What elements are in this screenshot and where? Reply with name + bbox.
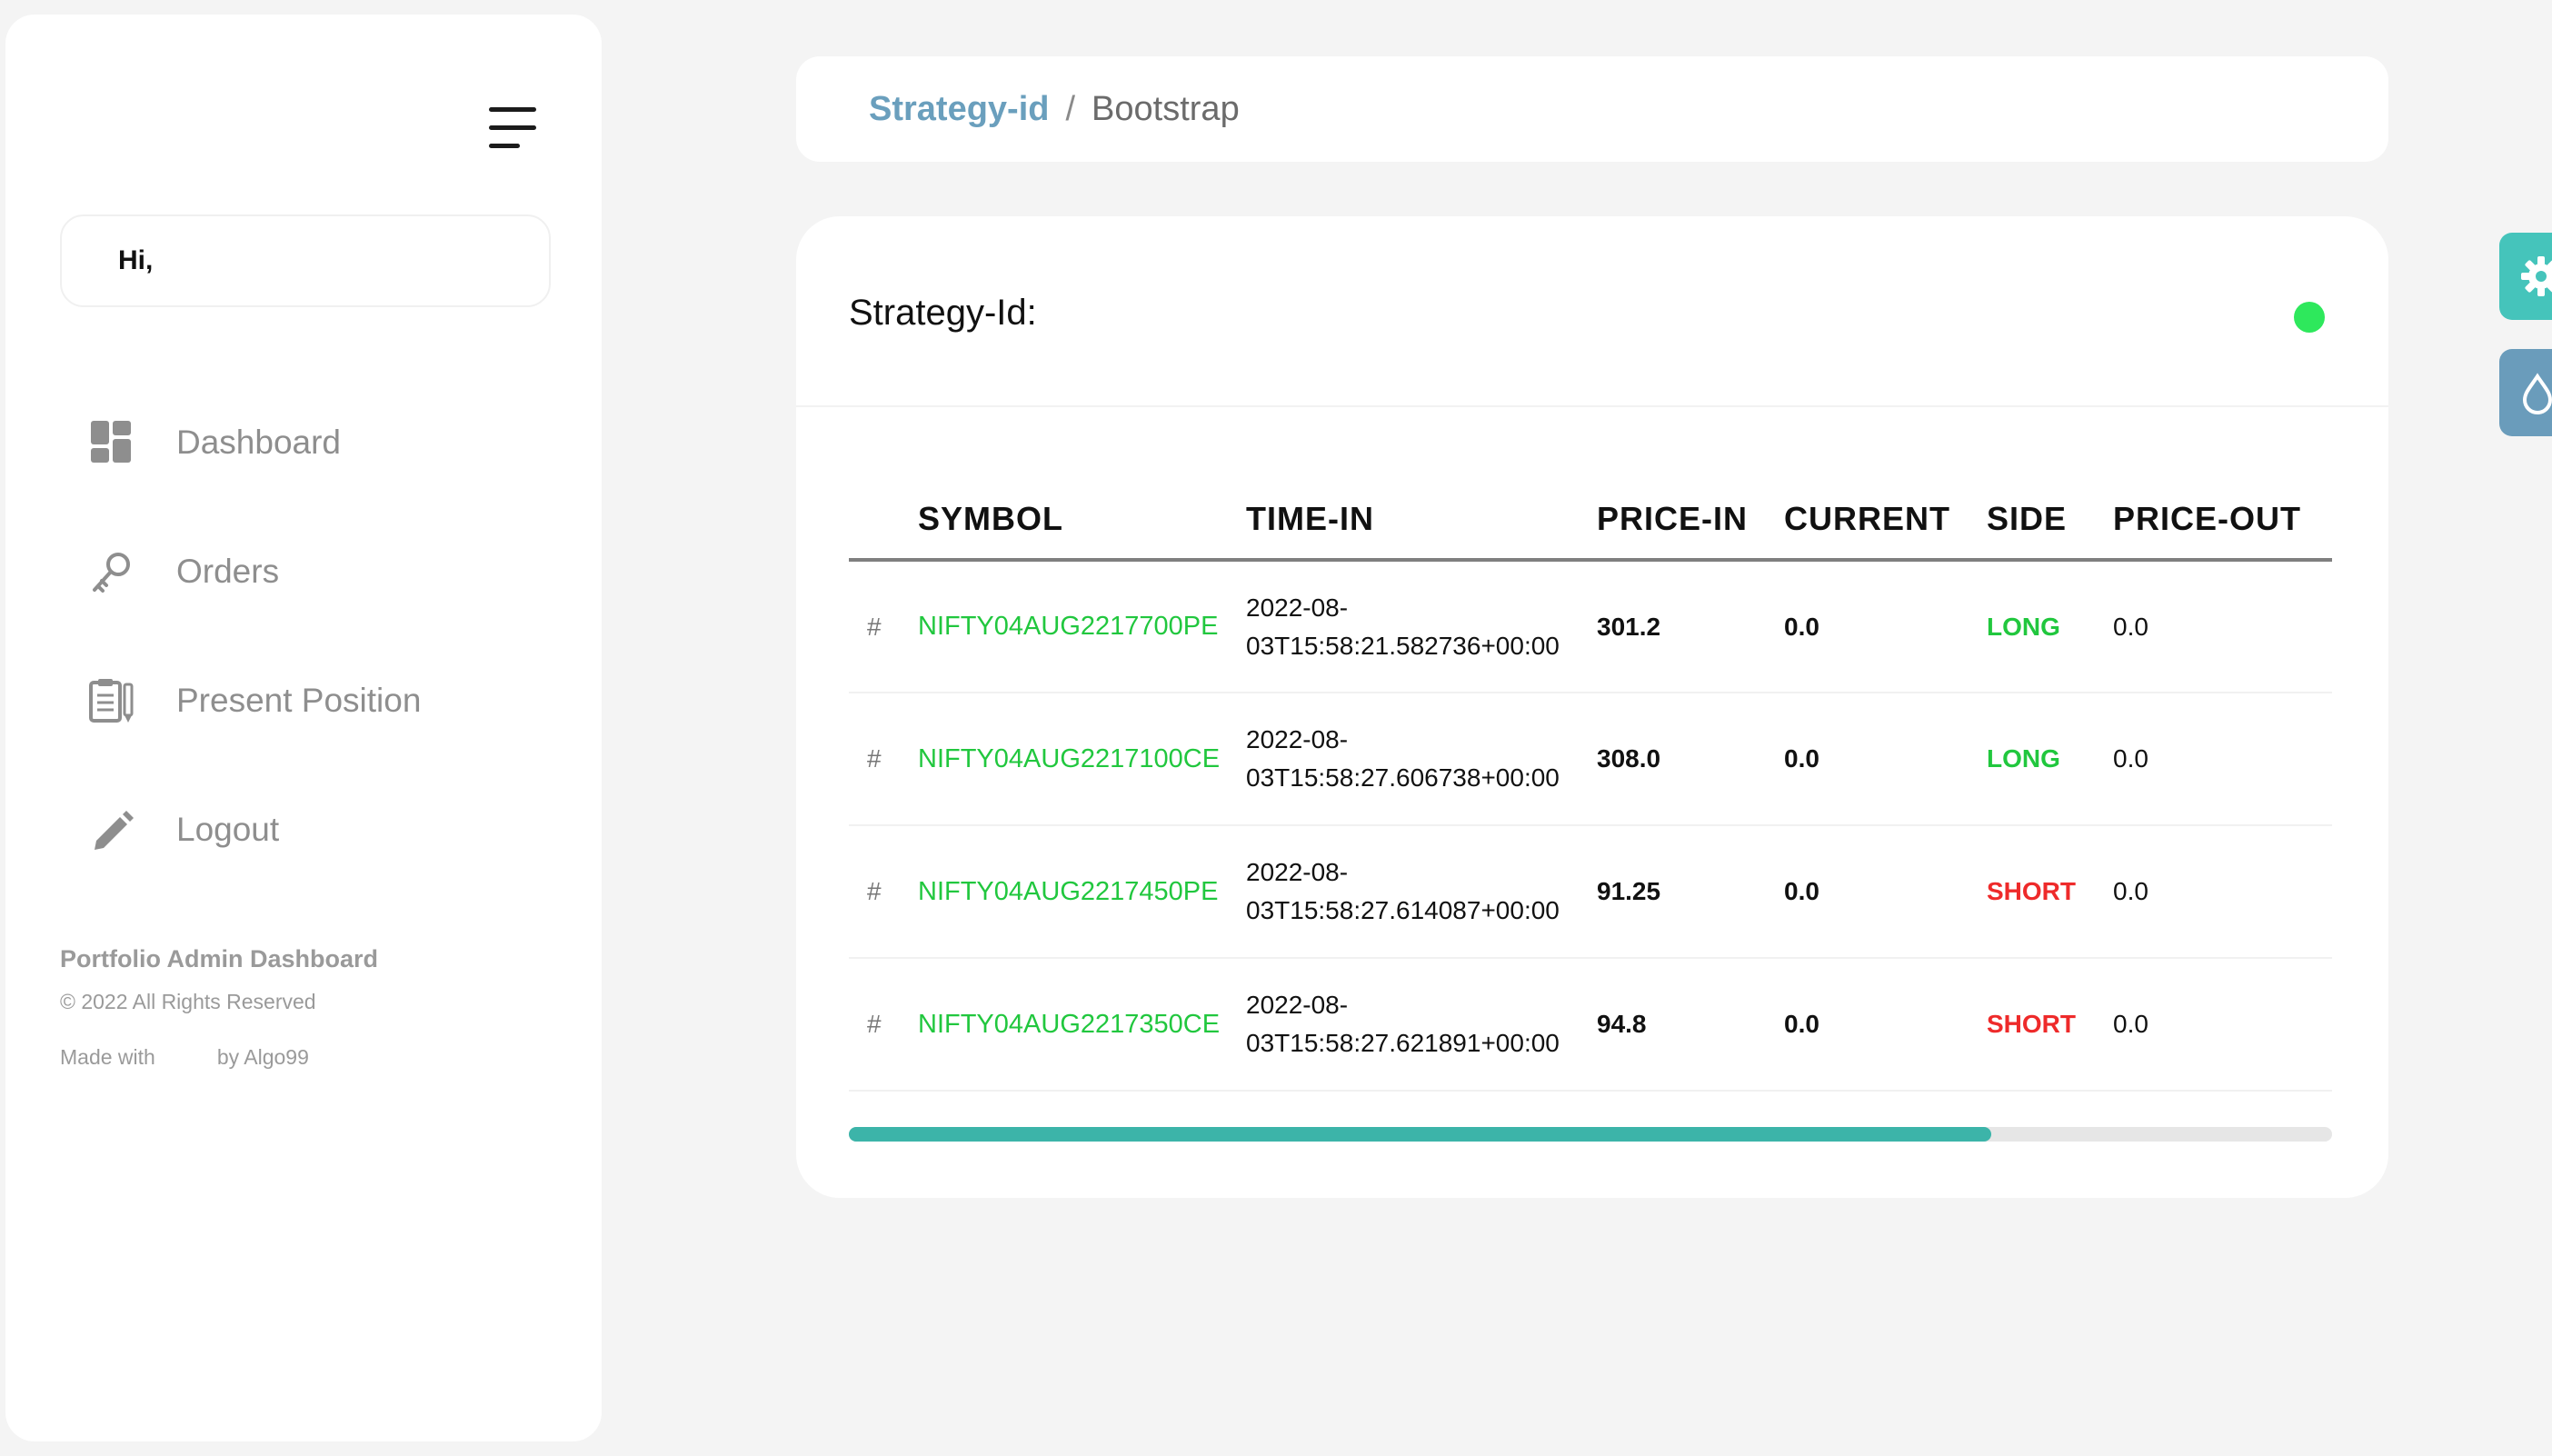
row-price-out: 0.0 bbox=[2113, 693, 2332, 826]
greeting-text: Hi, bbox=[118, 245, 154, 275]
row-price-out: 0.0 bbox=[2113, 560, 2332, 693]
theme-button[interactable] bbox=[2499, 349, 2552, 436]
time-in-rest: 03T15:58:21.582736+00:00 bbox=[1246, 631, 1560, 660]
row-side: SHORT bbox=[1987, 825, 2113, 959]
row-side: SHORT bbox=[1987, 958, 2113, 1092]
row-time-in: 2022-08- 03T15:58:27.614087+00:00 bbox=[1246, 825, 1597, 959]
row-symbol[interactable]: NIFTY04AUG2217450PE bbox=[918, 825, 1246, 959]
footer-brand: Portfolio Admin Dashboard bbox=[60, 945, 378, 972]
row-side: LONG bbox=[1987, 693, 2113, 826]
breadcrumb-current: Bootstrap bbox=[1092, 89, 1240, 128]
sidebar-item-label: Present Position bbox=[176, 682, 422, 719]
card-header: Strategy-Id: bbox=[796, 216, 2388, 407]
table-row[interactable]: # NIFTY04AUG2217100CE 2022-08- 03T15:58:2… bbox=[849, 693, 2332, 826]
table-row[interactable]: # NIFTY04AUG2217700PE 2022-08- 03T15:58:2… bbox=[849, 560, 2332, 693]
time-in-date: 2022-08- bbox=[1246, 991, 1349, 1019]
sidebar-item-label: Logout bbox=[176, 811, 280, 848]
sidebar-footer: Portfolio Admin Dashboard © 2022 All Rig… bbox=[60, 945, 378, 1070]
sidebar-item-present-position[interactable]: Present Position bbox=[87, 636, 421, 765]
positions-table: SYMBOL TIME-IN PRICE-IN CURRENT SIDE PRI… bbox=[849, 480, 2332, 1092]
row-price-in: 308.0 bbox=[1597, 693, 1784, 826]
column-header-side[interactable]: SIDE bbox=[1987, 480, 2113, 562]
column-header-time-in[interactable]: TIME-IN bbox=[1246, 480, 1597, 562]
column-header-current[interactable]: CURRENT bbox=[1784, 480, 1987, 562]
row-price-out: 0.0 bbox=[2113, 825, 2332, 959]
gear-icon bbox=[2521, 256, 2552, 296]
dashboard-grid-icon bbox=[91, 421, 131, 463]
greeting-box: Hi, bbox=[60, 214, 551, 307]
clipboard-icon bbox=[89, 679, 134, 723]
sidebar-item-logout[interactable]: Logout bbox=[87, 765, 421, 894]
status-indicator bbox=[2294, 302, 2325, 333]
column-header-hash bbox=[849, 480, 918, 562]
made-with-text: Made with bbox=[60, 1045, 155, 1069]
positions-table-wrapper: SYMBOL TIME-IN PRICE-IN CURRENT SIDE PRI… bbox=[849, 480, 2332, 1092]
row-hash: # bbox=[849, 825, 918, 959]
sidebar-item-orders[interactable]: Orders bbox=[87, 507, 421, 636]
menu-toggle-icon[interactable] bbox=[489, 107, 542, 149]
sidebar-item-label: Orders bbox=[176, 553, 280, 590]
key-icon bbox=[93, 553, 130, 593]
sidebar: Hi, Dashboard Orders Present Position Lo… bbox=[5, 15, 602, 1441]
table-row[interactable]: # NIFTY04AUG2217450PE 2022-08- 03T15:58:2… bbox=[849, 825, 2332, 959]
row-time-in: 2022-08- 03T15:58:27.621891+00:00 bbox=[1246, 958, 1597, 1092]
row-current: 0.0 bbox=[1784, 825, 1987, 959]
column-header-symbol[interactable]: SYMBOL bbox=[918, 480, 1246, 562]
row-price-out: 0.0 bbox=[2113, 958, 2332, 1092]
row-side: LONG bbox=[1987, 560, 2113, 693]
time-in-date: 2022-08- bbox=[1246, 858, 1349, 886]
time-in-rest: 03T15:58:27.621891+00:00 bbox=[1246, 1029, 1560, 1057]
settings-button[interactable] bbox=[2499, 233, 2552, 320]
pencil-icon bbox=[95, 811, 134, 850]
row-current: 0.0 bbox=[1784, 958, 1987, 1092]
breadcrumb-link-strategy[interactable]: Strategy-id bbox=[869, 90, 1049, 129]
footer-made-with: Made with by Algo99 bbox=[60, 1045, 378, 1070]
sidebar-nav: Dashboard Orders Present Position Logout bbox=[87, 378, 421, 894]
row-current: 0.0 bbox=[1784, 560, 1987, 693]
breadcrumb-separator: / bbox=[1065, 89, 1076, 128]
row-time-in: 2022-08- 03T15:58:21.582736+00:00 bbox=[1246, 560, 1597, 693]
row-hash: # bbox=[849, 560, 918, 693]
card-title: Strategy-Id: bbox=[849, 293, 1037, 333]
row-symbol[interactable]: NIFTY04AUG2217100CE bbox=[918, 693, 1246, 826]
row-current: 0.0 bbox=[1784, 693, 1987, 826]
row-price-in: 301.2 bbox=[1597, 560, 1784, 693]
row-hash: # bbox=[849, 693, 918, 826]
row-symbol[interactable]: NIFTY04AUG2217350CE bbox=[918, 958, 1246, 1092]
made-by-text: by Algo99 bbox=[216, 1045, 309, 1069]
table-row[interactable]: # NIFTY04AUG2217350CE 2022-08- 03T15:58:2… bbox=[849, 958, 2332, 1092]
strategy-card: Strategy-Id: SYMBOL TIME-IN PRICE-IN CUR… bbox=[796, 216, 2388, 1198]
horizontal-scrollbar[interactable] bbox=[849, 1127, 2332, 1142]
row-price-in: 94.8 bbox=[1597, 958, 1784, 1092]
time-in-date: 2022-08- bbox=[1246, 725, 1349, 753]
scrollbar-thumb[interactable] bbox=[849, 1127, 1991, 1142]
time-in-rest: 03T15:58:27.614087+00:00 bbox=[1246, 896, 1560, 924]
row-time-in: 2022-08- 03T15:58:27.606738+00:00 bbox=[1246, 693, 1597, 826]
table-header-row: SYMBOL TIME-IN PRICE-IN CURRENT SIDE PRI… bbox=[849, 480, 2332, 562]
time-in-rest: 03T15:58:27.606738+00:00 bbox=[1246, 763, 1560, 792]
breadcrumb: Strategy-id / Bootstrap bbox=[796, 56, 2388, 162]
column-header-price-out[interactable]: PRICE-OUT bbox=[2113, 480, 2332, 562]
sidebar-item-label: Dashboard bbox=[176, 424, 342, 461]
row-price-in: 91.25 bbox=[1597, 825, 1784, 959]
footer-rights: © 2022 All Rights Reserved bbox=[60, 990, 316, 1013]
droplet-icon bbox=[2522, 373, 2552, 414]
column-header-price-in[interactable]: PRICE-IN bbox=[1597, 480, 1784, 562]
time-in-date: 2022-08- bbox=[1246, 593, 1349, 622]
sidebar-item-dashboard[interactable]: Dashboard bbox=[87, 378, 421, 507]
row-symbol[interactable]: NIFTY04AUG2217700PE bbox=[918, 560, 1246, 693]
row-hash: # bbox=[849, 958, 918, 1092]
